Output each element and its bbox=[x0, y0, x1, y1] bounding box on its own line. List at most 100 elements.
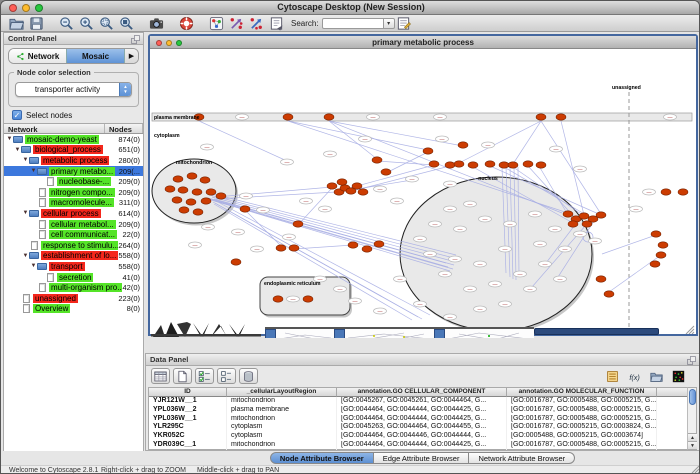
network-node-selected[interactable] bbox=[499, 162, 509, 168]
network-node-selected[interactable] bbox=[468, 162, 478, 168]
tree-row-label[interactable]: primary metabo... bbox=[49, 167, 115, 176]
table-icon[interactable] bbox=[151, 368, 170, 384]
tab-node-attribute-browser[interactable]: Node Attribute Browser bbox=[270, 452, 374, 464]
table-cell[interactable] bbox=[657, 441, 689, 450]
formula-icon[interactable]: f(x) bbox=[625, 368, 644, 384]
network-node-selected[interactable] bbox=[178, 187, 188, 193]
background-window-sliver[interactable] bbox=[434, 327, 534, 338]
table-cell[interactable] bbox=[657, 432, 689, 441]
network-node-selected[interactable] bbox=[596, 212, 606, 218]
table-cell[interactable]: [GO:0044464, GO:0044444, GO:0044425, G..… bbox=[337, 415, 507, 424]
table-cell[interactable]: YPL036W__2 bbox=[149, 406, 227, 415]
table-cell[interactable]: YPL036W__1 bbox=[149, 415, 227, 424]
expand-arrow-icon[interactable]: ▼ bbox=[30, 168, 37, 174]
network-node-selected[interactable] bbox=[173, 176, 183, 182]
network-node-selected[interactable] bbox=[273, 296, 283, 302]
table-cell[interactable]: [GO:0016787, GO:0005215, GO:0003824, G..… bbox=[507, 423, 657, 432]
table-cell[interactable]: YLR295C bbox=[149, 423, 227, 432]
tree-row[interactable]: ▼metabolic process280(0) bbox=[4, 155, 143, 166]
expand-arrow-icon[interactable]: ▼ bbox=[22, 157, 29, 163]
network-node-selected[interactable] bbox=[579, 213, 589, 219]
network-node-selected[interactable] bbox=[179, 207, 189, 213]
tab-overflow-arrow[interactable]: ▶ bbox=[125, 49, 138, 63]
background-window-sliver[interactable] bbox=[265, 327, 334, 338]
network-node-selected[interactable] bbox=[293, 221, 303, 227]
network-node-selected[interactable] bbox=[327, 183, 337, 189]
layout-alt-icon[interactable] bbox=[247, 16, 265, 31]
table-cell[interactable]: cytoplasm bbox=[227, 423, 337, 432]
dropdown-stepper-icon[interactable]: ▲▼ bbox=[119, 82, 131, 97]
table-scrollbar[interactable]: ▲ ▼ bbox=[687, 387, 697, 450]
import-folder-icon[interactable] bbox=[647, 368, 666, 384]
table-cell[interactable] bbox=[657, 397, 689, 406]
tree-row-label[interactable]: response to stimulu... bbox=[41, 241, 118, 250]
network-node-selected[interactable] bbox=[303, 296, 313, 302]
tree-row-label[interactable]: transport bbox=[49, 262, 85, 271]
network-node-selected[interactable] bbox=[348, 242, 358, 248]
select-nodes-checkbox[interactable]: ✓ bbox=[12, 110, 22, 120]
network-node-selected[interactable] bbox=[582, 221, 592, 227]
tab-network-attribute-browser[interactable]: Network Attribute Browser bbox=[469, 452, 575, 464]
snapshot-icon[interactable] bbox=[147, 16, 165, 31]
network-canvas[interactable]: plasma membranecytoplasmmitochondrionnuc… bbox=[150, 49, 696, 334]
network-node-selected[interactable] bbox=[200, 177, 210, 183]
network-node-selected[interactable] bbox=[193, 209, 203, 215]
network-node-selected[interactable] bbox=[337, 179, 347, 185]
table-cell[interactable]: plasma membrane bbox=[227, 406, 337, 415]
network-node-selected[interactable] bbox=[324, 114, 334, 120]
tree-column-network[interactable]: Network bbox=[4, 124, 105, 133]
network-node-selected[interactable] bbox=[423, 148, 433, 154]
table-column-header[interactable]: ID bbox=[149, 388, 227, 397]
expand-arrow-icon[interactable]: ▼ bbox=[22, 210, 29, 216]
float-panel-icon[interactable] bbox=[131, 35, 140, 46]
table-cell[interactable]: [GO:0044464, GO:0044444, GO:0044425, G..… bbox=[337, 406, 507, 415]
tree-row[interactable]: ▼primary metabo...209(... bbox=[4, 166, 143, 177]
tree-row-label[interactable]: Overview bbox=[33, 304, 70, 313]
layout-icon[interactable] bbox=[227, 16, 245, 31]
zoom-out-icon[interactable] bbox=[57, 16, 75, 31]
tree-row[interactable]: nitrogen compo...209(0) bbox=[4, 187, 143, 198]
tree-row-label[interactable]: cellular process bbox=[41, 209, 101, 218]
background-window-bar[interactable] bbox=[534, 328, 659, 335]
tree-row-label[interactable]: establishment of lo... bbox=[41, 251, 118, 260]
network-node-selected[interactable] bbox=[508, 162, 518, 168]
tree-row-label[interactable]: metabolic process bbox=[41, 156, 109, 165]
table-column-header[interactable]: _cellularLayoutRegion bbox=[227, 388, 337, 397]
expand-arrow-icon[interactable]: ▼ bbox=[6, 136, 13, 142]
table-cell[interactable]: mitochondrion bbox=[227, 415, 337, 424]
network-node-selected[interactable] bbox=[240, 206, 250, 212]
network-node-selected[interactable] bbox=[165, 186, 175, 192]
background-window-sliver[interactable] bbox=[334, 327, 434, 338]
vizmapper-icon[interactable] bbox=[207, 16, 225, 31]
network-node-selected[interactable] bbox=[661, 189, 671, 195]
table-row[interactable]: YPL036W__2plasma membrane[GO:0044464, GO… bbox=[149, 406, 689, 415]
network-node-selected[interactable] bbox=[186, 199, 196, 205]
network-node-selected[interactable] bbox=[678, 189, 688, 195]
table-cell[interactable]: [GO:0044464, GO:0044444, GO:0044425, G..… bbox=[337, 441, 507, 450]
search-dropdown-button[interactable]: ▾ bbox=[384, 18, 395, 29]
tree-row[interactable]: ▼transport558(0) bbox=[4, 261, 143, 272]
table-cell[interactable]: [GO:0016787, GO:0005488, GO:0005215, G..… bbox=[507, 397, 657, 406]
table-cell[interactable] bbox=[657, 406, 689, 415]
table-cell[interactable]: [GO:0005488, GO:0005215, GO:0003674] bbox=[507, 432, 657, 441]
tree-row[interactable]: ▼biological_process651(0) bbox=[4, 145, 143, 156]
network-node-selected[interactable] bbox=[568, 221, 578, 227]
attribute-list-icon[interactable] bbox=[603, 368, 622, 384]
network-view-titlebar[interactable]: primary metabolic process bbox=[150, 36, 696, 49]
network-node-selected[interactable] bbox=[536, 114, 546, 120]
table-cell[interactable]: YDR039C__1 bbox=[149, 441, 227, 450]
table-cell[interactable]: mitochondrion bbox=[227, 397, 337, 406]
network-node-selected[interactable] bbox=[458, 142, 468, 148]
tree-row-label[interactable]: biological_process bbox=[33, 145, 103, 154]
network-node-selected[interactable] bbox=[454, 161, 464, 167]
network-node-selected[interactable] bbox=[658, 242, 668, 248]
network-node-selected[interactable] bbox=[283, 114, 293, 120]
network-node-selected[interactable] bbox=[650, 261, 660, 267]
tree-row-label[interactable]: macromolecule... bbox=[49, 198, 114, 207]
tree-row-label[interactable]: cell communicat... bbox=[49, 230, 117, 239]
table-cell[interactable] bbox=[657, 423, 689, 432]
expand-arrow-icon[interactable]: ▼ bbox=[22, 253, 29, 259]
network-node-selected[interactable] bbox=[201, 198, 211, 204]
table-column-header[interactable]: annotation.GO CELLULAR_COMPONENT bbox=[337, 388, 507, 397]
network-node-selected[interactable] bbox=[429, 161, 439, 167]
